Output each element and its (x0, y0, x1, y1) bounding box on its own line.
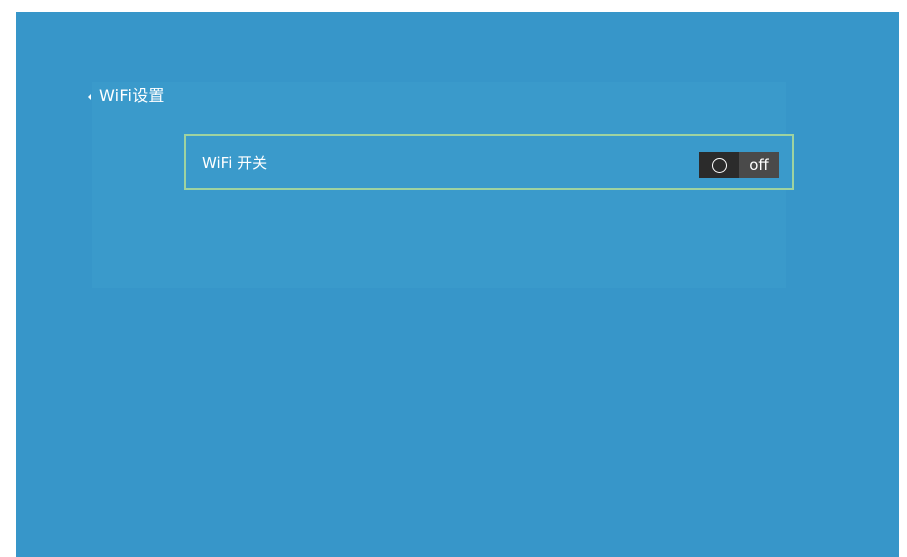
toggle-knob[interactable] (699, 152, 739, 178)
toggle-state-label: off (739, 152, 779, 178)
settings-screen: WiFi设置 WiFi 开关 off (16, 12, 899, 557)
back-header[interactable]: WiFi设置 (88, 86, 165, 106)
wifi-toggle[interactable]: off (699, 152, 779, 178)
wifi-setting-label: WiFi 开关 (202, 153, 268, 172)
circle-icon (711, 157, 727, 173)
page-title: WiFi设置 (99, 86, 165, 105)
wifi-setting-row[interactable]: WiFi 开关 off (184, 134, 794, 190)
back-arrow-icon[interactable] (88, 93, 91, 100)
